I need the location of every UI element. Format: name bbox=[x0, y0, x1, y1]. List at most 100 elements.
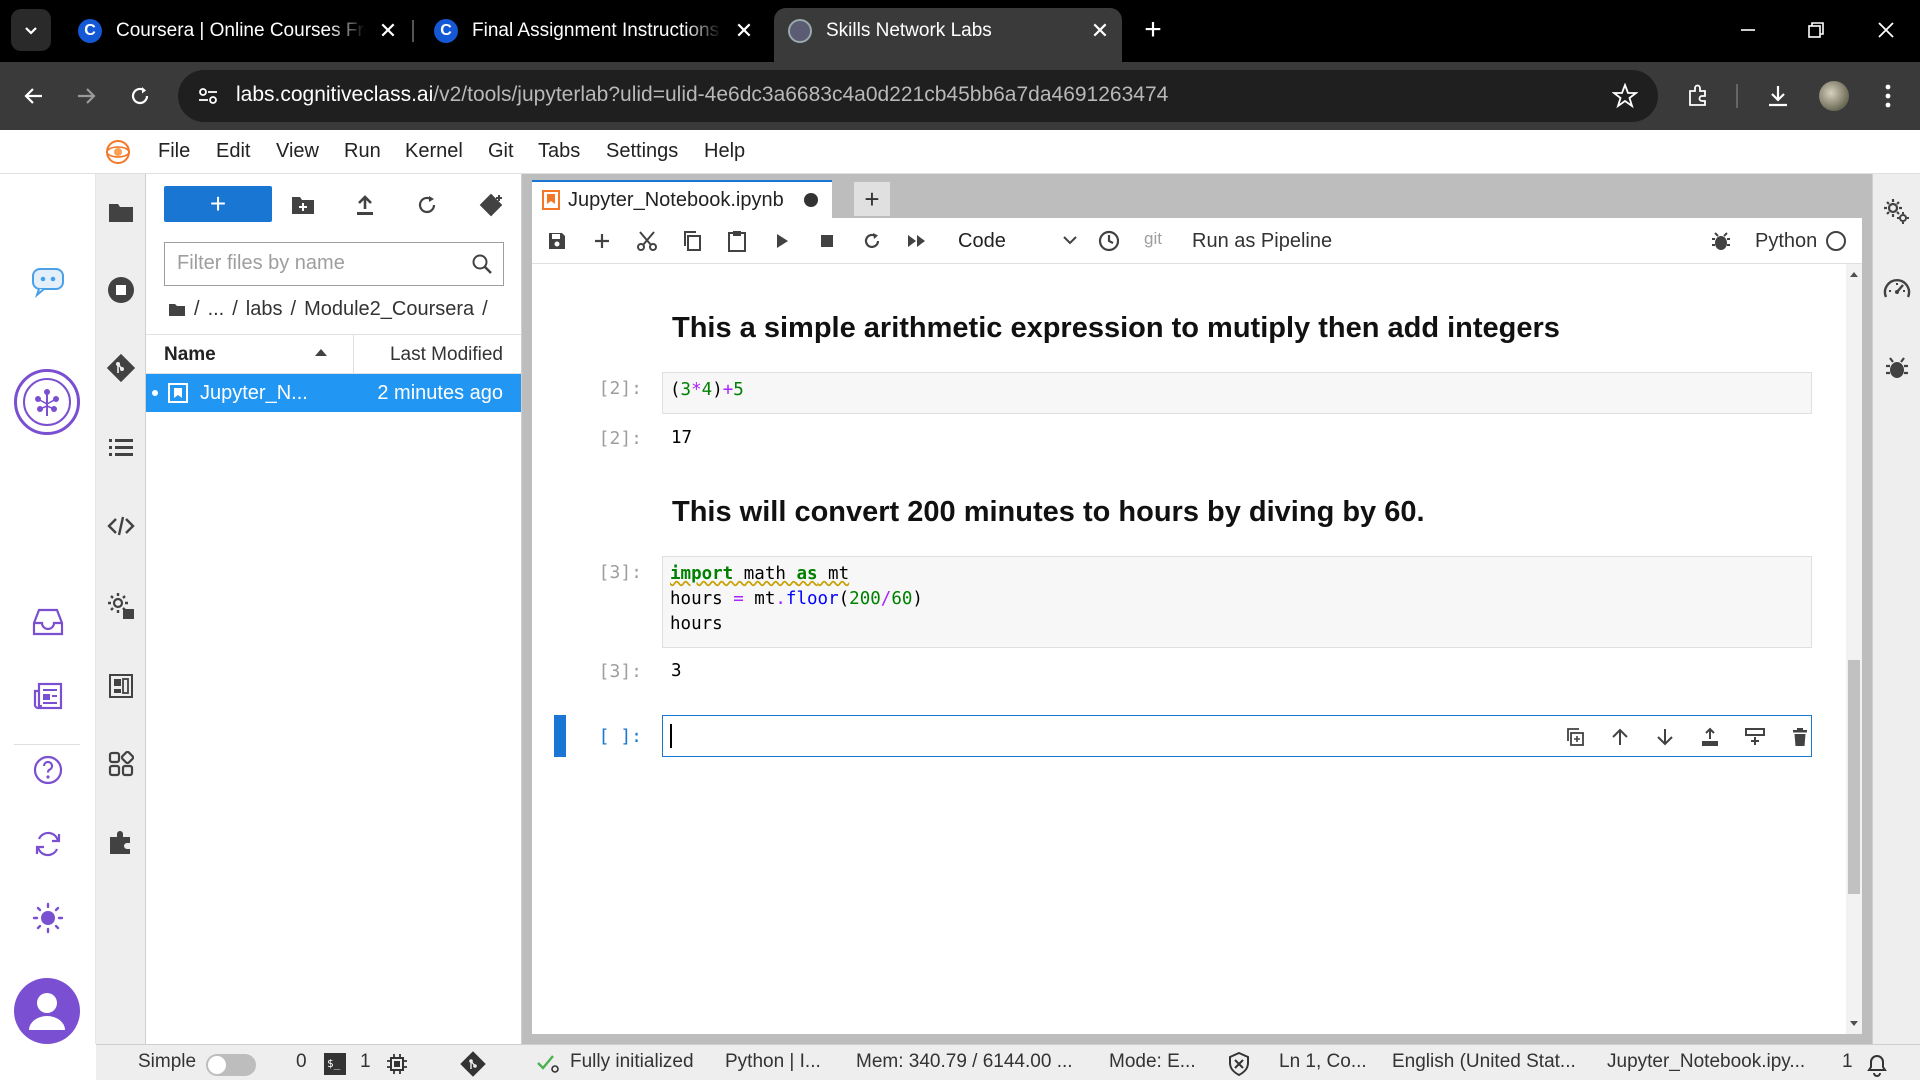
kernel-count[interactable]: 1 bbox=[360, 1051, 371, 1073]
cursor-position[interactable]: Ln 1, Co... bbox=[1279, 1051, 1367, 1073]
insert-cell-below-button[interactable] bbox=[1741, 724, 1769, 750]
debugger-button[interactable] bbox=[1706, 226, 1736, 256]
git-status-icon[interactable] bbox=[460, 1051, 486, 1077]
minimize-button[interactable] bbox=[1728, 10, 1768, 50]
restart-kernel-button[interactable] bbox=[857, 226, 887, 256]
menu-help[interactable]: Help bbox=[704, 140, 745, 163]
browser-tab-assignment[interactable]: C Final Assignment Instructions: C ✕ bbox=[420, 8, 766, 54]
code-snippets-icon[interactable] bbox=[103, 508, 139, 544]
terminal-icon[interactable]: $_ bbox=[324, 1053, 346, 1075]
property-inspector-icon[interactable] bbox=[103, 588, 139, 624]
close-tab-icon[interactable]: ✕ bbox=[1088, 18, 1112, 43]
scrollbar-thumb[interactable] bbox=[1848, 660, 1860, 894]
restore-button[interactable] bbox=[1796, 10, 1836, 50]
move-cell-up-button[interactable] bbox=[1606, 724, 1634, 750]
bell-icon[interactable] bbox=[1864, 1051, 1890, 1077]
back-button[interactable] bbox=[12, 74, 56, 118]
markdown-cell-heading[interactable]: This will convert 200 minutes to hours b… bbox=[672, 496, 1425, 529]
column-name-header[interactable]: Name bbox=[164, 344, 216, 366]
tab-jupyter-notebook[interactable]: Jupyter_Notebook.ipynb bbox=[532, 180, 832, 218]
notebook-mode[interactable]: Mode: E... bbox=[1109, 1051, 1196, 1073]
move-cell-down-button[interactable] bbox=[1651, 724, 1679, 750]
file-browser-tab-icon[interactable] bbox=[103, 194, 139, 230]
menu-edit[interactable]: Edit bbox=[216, 140, 250, 163]
address-bar[interactable]: labs.cognitiveclass.ai/v2/tools/jupyterl… bbox=[178, 70, 1658, 122]
restart-run-all-button[interactable] bbox=[902, 226, 932, 256]
notebook-scrollbar[interactable] bbox=[1846, 264, 1862, 1034]
close-tab-icon[interactable]: ✕ bbox=[376, 18, 400, 43]
cell-type-dropdown[interactable]: Code bbox=[952, 226, 1082, 256]
modules-icon[interactable] bbox=[103, 746, 139, 782]
debugger-icon[interactable] bbox=[1879, 350, 1915, 386]
new-tab-button[interactable]: + bbox=[1135, 12, 1171, 48]
extension-panel-icon[interactable] bbox=[103, 668, 139, 704]
inbox-icon[interactable] bbox=[28, 602, 68, 642]
menu-run[interactable]: Run bbox=[344, 140, 381, 163]
sync-icon[interactable] bbox=[28, 824, 68, 864]
property-inspector-icon[interactable] bbox=[1879, 194, 1915, 230]
close-tab-icon[interactable]: ✕ bbox=[732, 18, 756, 43]
git-label[interactable]: git bbox=[1144, 229, 1162, 249]
run-cell-button[interactable] bbox=[767, 226, 797, 256]
browser-tab-skills-network[interactable]: Skills Network Labs ✕ bbox=[774, 8, 1122, 62]
skills-network-logo-icon[interactable] bbox=[14, 369, 80, 435]
tab-search-button[interactable] bbox=[11, 9, 51, 51]
chat-assistant-icon[interactable] bbox=[28, 262, 68, 302]
extension-manager-icon[interactable] bbox=[103, 824, 139, 860]
file-filter-input[interactable] bbox=[177, 243, 457, 283]
site-settings-icon[interactable] bbox=[196, 84, 220, 108]
downloads-button[interactable] bbox=[1756, 74, 1800, 118]
code-cell-editor[interactable]: import math as mt hours = mt.floor(200/6… bbox=[662, 556, 1812, 648]
column-divider[interactable] bbox=[353, 335, 354, 375]
column-modified-header[interactable]: Last Modified bbox=[390, 344, 503, 366]
file-row-selected[interactable]: Jupyter_N... 2 minutes ago bbox=[146, 374, 521, 412]
scroll-up-icon[interactable] bbox=[1849, 270, 1859, 278]
breadcrumb-ellipsis[interactable]: ... bbox=[208, 298, 225, 321]
git-icon[interactable] bbox=[103, 350, 139, 386]
menu-kernel[interactable]: Kernel bbox=[405, 140, 463, 163]
reload-button[interactable] bbox=[118, 74, 162, 118]
unsaved-dot-icon[interactable] bbox=[804, 193, 818, 207]
new-folder-button[interactable] bbox=[286, 188, 320, 222]
browser-tab-coursera[interactable]: C Coursera | Online Courses From ✕ bbox=[64, 8, 410, 54]
menu-file[interactable]: File bbox=[158, 140, 190, 163]
upload-button[interactable] bbox=[348, 188, 382, 222]
menu-tabs[interactable]: Tabs bbox=[538, 140, 580, 163]
duplicate-cell-button[interactable] bbox=[1561, 724, 1589, 750]
menu-settings[interactable]: Settings bbox=[606, 140, 678, 163]
news-icon[interactable] bbox=[28, 676, 68, 716]
bookmark-star-icon[interactable] bbox=[1612, 83, 1638, 109]
simple-mode-toggle[interactable] bbox=[206, 1054, 256, 1076]
run-as-pipeline-button[interactable]: Run as Pipeline bbox=[1192, 230, 1332, 253]
insert-cell-button[interactable] bbox=[587, 226, 617, 256]
insert-cell-above-button[interactable] bbox=[1696, 724, 1724, 750]
breadcrumb-labs[interactable]: labs bbox=[246, 298, 283, 321]
forward-button[interactable] bbox=[64, 74, 108, 118]
close-window-button[interactable] bbox=[1866, 10, 1906, 50]
folder-icon[interactable] bbox=[168, 303, 186, 317]
new-launcher-tab-button[interactable]: + bbox=[854, 182, 890, 216]
browser-menu-button[interactable] bbox=[1866, 74, 1910, 118]
kernel-info[interactable]: Python | I... bbox=[725, 1051, 821, 1073]
git-clone-button[interactable] bbox=[474, 188, 508, 222]
user-avatar-icon[interactable] bbox=[14, 978, 80, 1044]
markdown-cell-heading[interactable]: This a simple arithmetic expression to m… bbox=[672, 312, 1560, 345]
code-cell-editor[interactable]: (3*4)+5 bbox=[662, 372, 1812, 414]
profile-button[interactable] bbox=[1812, 74, 1856, 118]
language-indicator[interactable]: English (United Stat... bbox=[1392, 1051, 1576, 1073]
theme-toggle-icon[interactable] bbox=[28, 898, 68, 938]
paste-button[interactable] bbox=[722, 226, 752, 256]
trusted-shield-icon[interactable] bbox=[1228, 1052, 1250, 1076]
new-launcher-button[interactable]: + bbox=[164, 186, 272, 222]
active-code-cell-editor[interactable] bbox=[662, 715, 1812, 757]
copy-button[interactable] bbox=[677, 226, 707, 256]
menu-view[interactable]: View bbox=[276, 140, 319, 163]
sort-ascending-icon[interactable] bbox=[314, 347, 328, 357]
help-icon[interactable] bbox=[28, 750, 68, 790]
refresh-button[interactable] bbox=[410, 188, 444, 222]
running-sessions-icon[interactable] bbox=[103, 272, 139, 308]
clock-button[interactable] bbox=[1094, 226, 1124, 256]
extensions-button[interactable] bbox=[1676, 74, 1720, 118]
terminal-count[interactable]: 0 bbox=[296, 1051, 307, 1073]
menu-git[interactable]: Git bbox=[488, 140, 514, 163]
